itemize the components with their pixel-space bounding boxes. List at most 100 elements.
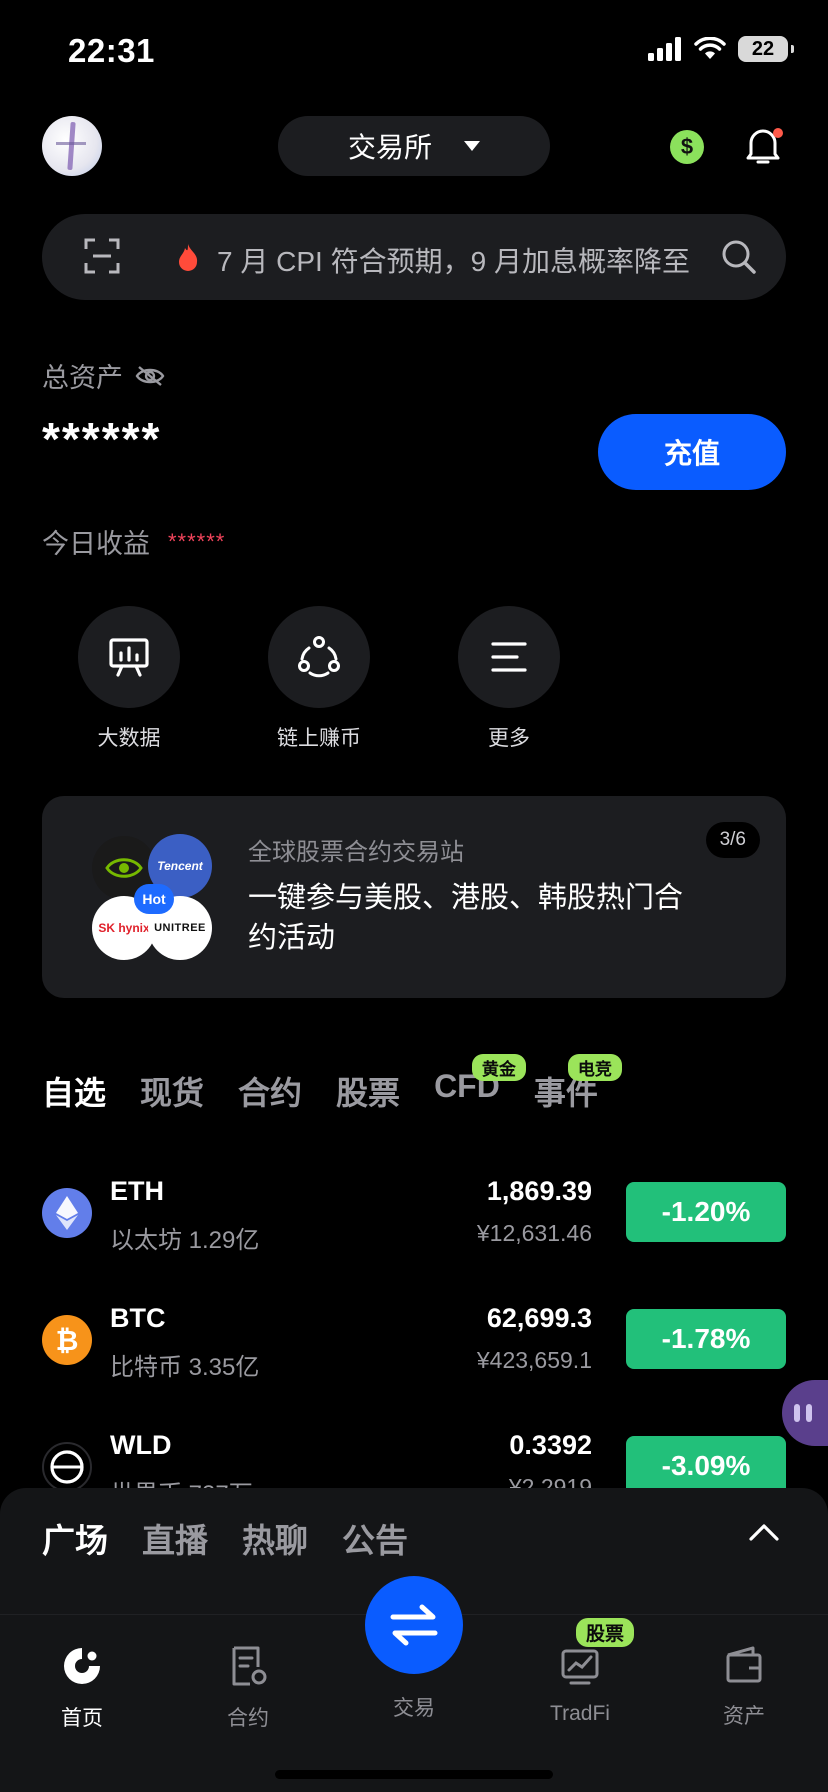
- market-price: 0.3392: [509, 1430, 592, 1460]
- hot-badge: Hot: [134, 884, 174, 914]
- market-change[interactable]: -3.09%: [626, 1436, 786, 1496]
- tab-live[interactable]: 直播: [142, 1514, 208, 1562]
- shortcut-label: 链上赚币: [277, 727, 361, 750]
- dollar-icon[interactable]: $: [670, 130, 704, 164]
- nav-assets[interactable]: 资产: [684, 1645, 804, 1730]
- btc-icon: ₿: [42, 1315, 92, 1365]
- market-subtitle: 以太坊 1.29亿: [110, 1227, 260, 1254]
- market-price: 62,699.3: [486, 1303, 592, 1333]
- today-pnl-label: 今日收益: [42, 529, 150, 559]
- market-subtitle: 比特币 3.35亿: [110, 1354, 260, 1381]
- market-cny-price: ¥423,659.1: [476, 1347, 592, 1373]
- market-row-eth[interactable]: ETH 以太坊 1.29亿 1,869.39 ¥12,631.46 -1.20%: [42, 1164, 786, 1274]
- wallet-icon: [726, 1646, 762, 1683]
- chevron-up-icon[interactable]: [748, 1522, 780, 1542]
- market-price: 1,869.39: [486, 1176, 592, 1206]
- trade-button[interactable]: [365, 1576, 463, 1674]
- battery-icon: 22: [738, 36, 794, 62]
- shortcut-label: 大数据: [97, 727, 161, 750]
- market-tabs: 自选 现货 合约 股票 CFD 黄金 事件 电竞: [42, 1054, 632, 1114]
- market-row-btc[interactable]: ₿ BTC 比特币 3.35亿 62,699.3 ¥423,659.1 -1.7…: [42, 1291, 786, 1401]
- tab-watchlist[interactable]: 自选: [42, 1068, 106, 1114]
- shortcut-circle: [458, 606, 560, 708]
- avatar[interactable]: [42, 116, 102, 176]
- tradfi-chart-icon: [561, 1649, 599, 1685]
- scan-icon[interactable]: [84, 238, 120, 274]
- market-symbol: WLD: [110, 1430, 172, 1460]
- search-bar[interactable]: 7 月 CPI 符合预期，9 月加息概率降至: [42, 214, 786, 300]
- market-symbol: BTC: [110, 1303, 166, 1333]
- nav-label: 合约: [227, 1707, 269, 1730]
- signal-icon: [648, 37, 681, 61]
- stock-logos: Tencent SK hynix UNITREE Hot: [90, 834, 218, 962]
- total-assets-value: ******: [42, 413, 162, 465]
- tab-cfd[interactable]: CFD 黄金: [434, 1054, 526, 1114]
- hot-news-text: 7 月 CPI 符合预期，9 月加息概率降至: [217, 246, 690, 277]
- tab-label: 合约: [238, 1075, 303, 1111]
- market-symbol: ETH: [110, 1176, 164, 1206]
- svg-text:₿: ₿: [56, 1324, 79, 1356]
- tab-hot-chat[interactable]: 热聊: [242, 1514, 308, 1562]
- menu-lines-icon: [491, 642, 527, 672]
- total-assets-label: 总资产: [42, 356, 165, 395]
- status-time: 22:31: [68, 32, 155, 69]
- flame-icon: [179, 244, 198, 271]
- deposit-button[interactable]: 充值: [598, 414, 786, 490]
- status-icons: 22: [648, 36, 794, 62]
- shortcut-more[interactable]: 更多: [439, 606, 579, 752]
- wld-icon: [42, 1442, 92, 1492]
- market-cny-price: ¥12,631.46: [476, 1220, 592, 1246]
- wifi-icon: [694, 37, 726, 59]
- nav-futures[interactable]: 合约: [188, 1645, 308, 1732]
- home-indicator: [275, 1770, 553, 1779]
- swap-arrows-icon: [390, 1604, 438, 1646]
- banner-pager: 3/6: [705, 822, 760, 858]
- notification-button[interactable]: [745, 126, 785, 170]
- assistant-eye-icon: [806, 1404, 812, 1422]
- market-change[interactable]: -1.78%: [626, 1309, 786, 1369]
- banner-subtitle: 全球股票合约交易站: [248, 839, 464, 866]
- today-pnl-value: ******: [168, 528, 226, 554]
- tab-stocks[interactable]: 股票: [336, 1068, 400, 1114]
- eth-icon: [42, 1188, 92, 1238]
- chain-nodes-icon: [298, 636, 340, 678]
- shortcut-label: 更多: [488, 727, 530, 750]
- today-pnl: 今日收益 ******: [42, 522, 225, 561]
- tab-badge-esports: 电竞: [567, 1054, 622, 1081]
- community-tabs: 广场 直播 热聊 公告: [42, 1514, 408, 1562]
- home-logo-icon: [64, 1648, 100, 1684]
- chart-board-icon: [109, 638, 149, 677]
- shortcut-big-data[interactable]: 大数据: [59, 606, 199, 752]
- shortcut-circle: [268, 606, 370, 708]
- tab-badge-gold: 黄金: [471, 1054, 526, 1081]
- nav-tradfi[interactable]: TradFi: [520, 1645, 640, 1726]
- promo-banner[interactable]: Tencent SK hynix UNITREE Hot 全球股票合约交易站 一…: [42, 796, 786, 998]
- shortcut-onchain-earn[interactable]: 链上赚币: [249, 606, 389, 752]
- tab-events[interactable]: 事件 电竞: [534, 1054, 622, 1114]
- search-icon[interactable]: [720, 238, 758, 276]
- caret-down-icon: [464, 141, 480, 151]
- nav-label: 首页: [61, 1707, 103, 1730]
- tab-label: 股票: [336, 1075, 401, 1111]
- futures-doc-icon: [232, 1646, 267, 1686]
- exchange-selector[interactable]: 交易所: [278, 116, 550, 176]
- nav-label: TradFi: [550, 1702, 610, 1725]
- status-bar: 22:31 22: [0, 0, 828, 100]
- tab-futures[interactable]: 合约: [238, 1068, 302, 1114]
- tradfi-badge: 股票: [576, 1618, 635, 1647]
- nav-home[interactable]: 首页: [22, 1645, 142, 1732]
- tab-announcements[interactable]: 公告: [342, 1514, 408, 1562]
- market-change[interactable]: -1.20%: [626, 1182, 786, 1242]
- tab-square[interactable]: 广场: [42, 1514, 108, 1562]
- floating-assistant[interactable]: [782, 1380, 828, 1446]
- tab-spot[interactable]: 现货: [140, 1068, 204, 1114]
- total-assets-text: 总资产: [42, 363, 123, 393]
- banner-title: 一键参与美股、港股、韩股热门合约活动: [248, 882, 684, 954]
- eye-off-icon[interactable]: [135, 365, 165, 387]
- assistant-eye-icon: [794, 1404, 800, 1422]
- trade-label: 交易: [393, 1697, 435, 1720]
- shortcut-circle: [78, 606, 180, 708]
- nav-label: 资产: [723, 1705, 765, 1728]
- tab-label: 自选: [42, 1075, 107, 1111]
- notification-dot: [773, 128, 783, 138]
